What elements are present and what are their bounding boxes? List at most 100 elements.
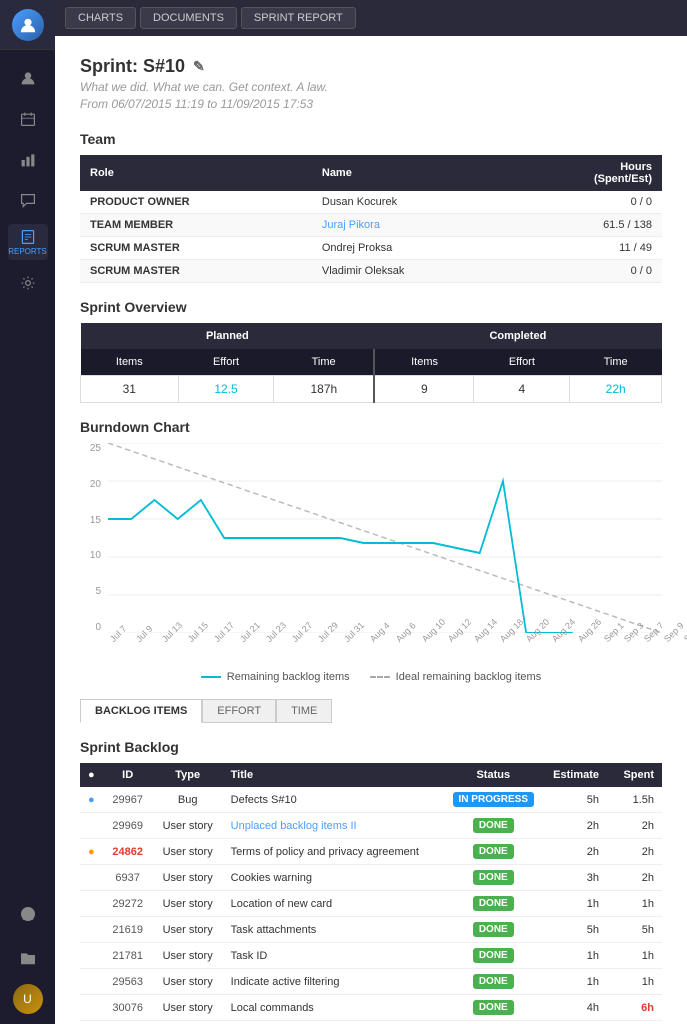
team-role: TEAM MEMBER [80, 214, 312, 237]
team-role: SCRUM MASTER [80, 260, 312, 283]
backlog-type: User story [153, 839, 223, 865]
topnav-charts-btn[interactable]: CHARTS [65, 7, 136, 29]
team-name: Dusan Kocurek [312, 191, 511, 214]
backlog-estimate: 5h [542, 787, 607, 813]
backlog-status: DONE [445, 943, 542, 969]
backlog-spent: 1h [607, 891, 662, 917]
chart-svg-area [108, 443, 662, 633]
backlog-row: 29563 User story Indicate active filteri… [80, 969, 662, 995]
backlog-title: Local commands [223, 995, 445, 1021]
team-row: PRODUCT OWNER Dusan Kocurek 0 / 0 [80, 191, 662, 214]
tab-backlog-items[interactable]: BACKLOG ITEMS [80, 699, 202, 723]
planned-header: Planned [81, 323, 375, 349]
backlog-spent: 1h [607, 969, 662, 995]
completed-time-val: 22h [570, 376, 662, 403]
backlog-row: ● 24882 User story Sprint Report IN PROG… [80, 1021, 662, 1024]
team-name[interactable]: Juraj Pikora [312, 214, 511, 237]
sidebar-item-barchart[interactable] [8, 142, 48, 178]
backlog-title[interactable]: Unplaced backlog items II [223, 813, 445, 839]
backlog-id: 29272 [103, 891, 153, 917]
backlog-table: ● ID Type Title Status Estimate Spent ● … [80, 763, 662, 1024]
legend-solid: Remaining backlog items [201, 671, 350, 683]
backlog-dot [80, 969, 103, 995]
backlog-spent: 2h [607, 865, 662, 891]
topnav-sprint-report-btn[interactable]: SPRINT REPORT [241, 7, 356, 29]
planned-items-val: 31 [81, 376, 179, 403]
backlog-id: 6937 [103, 865, 153, 891]
sidebar-item-folder[interactable] [8, 940, 48, 976]
backlog-status: DONE [445, 969, 542, 995]
backlog-type: User story [153, 891, 223, 917]
backlog-title: Sprint Report [223, 1021, 445, 1024]
team-col-hours: Hours(Spent/Est) [511, 155, 662, 191]
backlog-estimate: 3h [542, 865, 607, 891]
backlog-dot [80, 813, 103, 839]
col-type: Type [153, 763, 223, 787]
backlog-spent: 1.5h [607, 787, 662, 813]
backlog-estimate: 2h [542, 839, 607, 865]
sidebar-bottom: U [8, 896, 48, 1024]
sidebar-item-calendar[interactable] [8, 101, 48, 137]
sidebar-item-reports-label: REPORTS [8, 247, 47, 256]
backlog-row: 6937 User story Cookies warning DONE 3h … [80, 865, 662, 891]
chart-x-labels: Jul 7 Jul 9 Jul 13 Jul 15 Jul 17 Jul 21 … [108, 633, 662, 663]
completed-items-val: 9 [374, 376, 474, 403]
col-completed-effort: Effort [474, 349, 570, 376]
backlog-status: DONE [445, 865, 542, 891]
topnav: CHARTS DOCUMENTS SPRINT REPORT [55, 0, 687, 36]
planned-time-val: 187h [274, 376, 374, 403]
sidebar-item-circle-icon[interactable] [8, 896, 48, 932]
tab-effort[interactable]: EFFORT [202, 699, 276, 723]
completed-header: Completed [374, 323, 661, 349]
team-col-role: Role [80, 155, 312, 191]
col-planned-time: Time [274, 349, 374, 376]
chart-legend: Remaining backlog items Ideal remaining … [80, 671, 662, 683]
col-completed-time: Time [570, 349, 662, 376]
logo-circle [12, 9, 44, 41]
col-title: Title [223, 763, 445, 787]
sidebar-logo[interactable] [0, 0, 55, 50]
completed-effort-val: 4 [474, 376, 570, 403]
backlog-estimate: 5h [542, 917, 607, 943]
team-name-link[interactable]: Juraj Pikora [322, 219, 380, 231]
sprint-edit-icon[interactable]: ✎ [193, 58, 205, 75]
backlog-spent: 1h [607, 943, 662, 969]
backlog-dot [80, 943, 103, 969]
backlog-dot [80, 891, 103, 917]
backlog-id: 21619 [103, 917, 153, 943]
backlog-title: Sprint Backlog [80, 739, 662, 755]
backlog-row: 30076 User story Local commands DONE 4h … [80, 995, 662, 1021]
sidebar: REPORTS U [0, 0, 55, 1024]
backlog-row: ● 29967 Bug Defects S#10 IN PROGRESS 5h … [80, 787, 662, 813]
tab-time[interactable]: TIME [276, 699, 332, 723]
topnav-documents-btn[interactable]: DOCUMENTS [140, 7, 237, 29]
sidebar-item-chat[interactable] [8, 183, 48, 219]
col-completed-items: Items [374, 349, 474, 376]
backlog-estimate: 1h [542, 943, 607, 969]
backlog-status: DONE [445, 813, 542, 839]
backlog-title: Terms of policy and privacy agreement [223, 839, 445, 865]
planned-effort-val: 12.5 [178, 376, 274, 403]
backlog-id: 29969 [103, 813, 153, 839]
backlog-spent: 13h [607, 1021, 662, 1024]
backlog-spent: 6h [607, 995, 662, 1021]
sidebar-item-reports[interactable]: REPORTS [8, 224, 48, 260]
main-content: CHARTS DOCUMENTS SPRINT REPORT Sprint: S… [55, 0, 687, 1024]
team-hours: 61.5 / 138 [511, 214, 662, 237]
team-name: Vladimir Oleksak [312, 260, 511, 283]
col-spent: Spent [607, 763, 662, 787]
backlog-type: User story [153, 813, 223, 839]
backlog-row: 29969 User story Unplaced backlog items … [80, 813, 662, 839]
backlog-type: Bug [153, 787, 223, 813]
backlog-type: User story [153, 917, 223, 943]
backlog-spent: 2h [607, 813, 662, 839]
legend-dashed-line [370, 676, 390, 678]
backlog-title: Task attachments [223, 917, 445, 943]
team-row: SCRUM MASTER Ondrej Proksa 11 / 49 [80, 237, 662, 260]
backlog-dot [80, 865, 103, 891]
backlog-status: DONE [445, 839, 542, 865]
sidebar-item-person[interactable] [8, 60, 48, 96]
sidebar-avatar[interactable]: U [13, 984, 43, 1014]
sidebar-item-settings[interactable] [8, 265, 48, 301]
col-id: ID [103, 763, 153, 787]
